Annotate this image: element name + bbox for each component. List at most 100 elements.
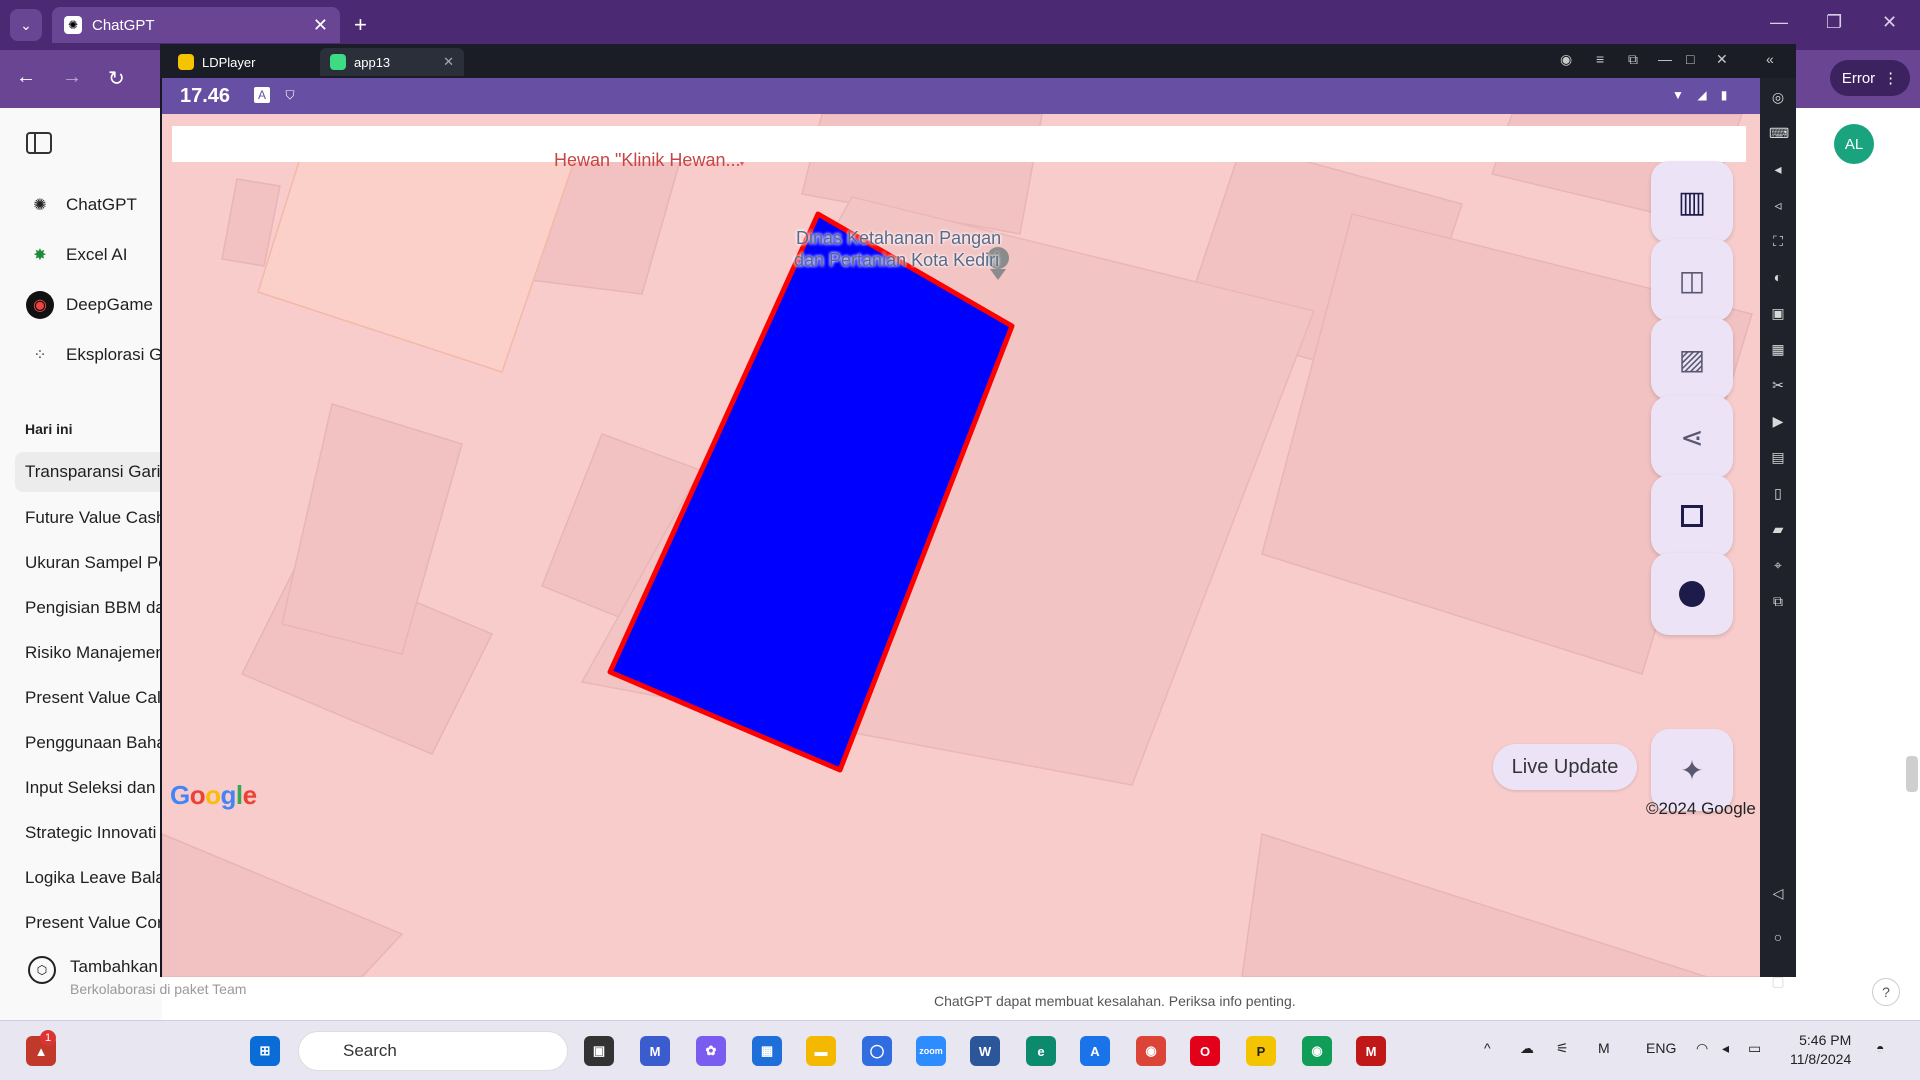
sync-icon[interactable]: ⧉ [1628,51,1638,68]
history-item[interactable]: Transparansi Garis [15,452,165,492]
chrome-icon[interactable]: ◉ [1136,1036,1166,1066]
opera-icon[interactable]: O [1190,1036,1220,1066]
operation-record-icon[interactable]: ◐ [1769,268,1787,286]
volume-icon[interactable]: ◂ [1722,1040,1729,1057]
ldplayer-tab-app13[interactable]: app13 ✕ [320,48,464,76]
language-indicator[interactable]: ENG [1646,1040,1676,1056]
word-icon[interactable]: W [970,1036,1000,1066]
shake-icon[interactable]: ▯ [1769,484,1787,502]
google-map[interactable]: Hewan "Klinik Hewan... Dinas Ketahanan P… [162,114,1760,977]
draw-polygon-button[interactable] [1651,475,1733,557]
maximize-icon[interactable]: □ [1686,51,1694,67]
mcafee-icon[interactable]: M [1356,1036,1386,1066]
volume-down-icon[interactable]: ◃ [1769,196,1787,214]
notes-icon[interactable]: ▤ [1769,448,1787,466]
taskbar-search-input[interactable]: Search [298,1031,568,1071]
wifi-tray-icon[interactable]: ◠ [1696,1040,1708,1057]
onedrive-icon[interactable]: ☁ [1520,1040,1534,1057]
history-item[interactable]: Pengisian BBM da [25,598,165,618]
gamepad-toolbar-icon[interactable]: ◎ [1769,88,1787,106]
error-profile-button[interactable]: Error ⋮ [1830,60,1910,96]
volume-up-icon[interactable]: ◂ [1769,160,1787,178]
sidebar-section-today: Hari ini [25,421,73,437]
reload-icon[interactable]: ↻ [108,66,125,91]
zoom-icon[interactable]: zoom [916,1036,946,1066]
record-point-button[interactable] [1651,553,1733,635]
sidebar-app-excel-ai[interactable]: ✸ Excel AI [26,241,127,269]
menu-icon[interactable]: ≡ [1596,51,1604,67]
account-icon[interactable]: ◉ [1560,51,1572,68]
help-button[interactable]: ? [1872,978,1900,1006]
tab-close-icon[interactable]: ✕ [313,15,328,36]
error-label: Error [1841,69,1876,87]
ldplayer-tab-home[interactable]: LDPlayer [168,48,318,76]
store-icon[interactable]: ▦ [752,1036,782,1066]
tab-search-dropdown-icon[interactable]: ⌄ [10,9,42,41]
tray-overflow-icon[interactable]: ^ [1484,1040,1491,1056]
nav-back-icon[interactable]: ◁ [1769,884,1787,902]
windows-start-icon[interactable]: ⊞ [250,1036,280,1066]
sidebar-app-chatgpt[interactable]: ✺ ChatGPT [26,191,137,219]
fullscreen-icon[interactable]: ⛶ [1769,232,1787,250]
image-button[interactable]: ▨ [1651,318,1733,400]
history-item[interactable]: Input Seleksi dan [25,778,165,798]
file-explorer-icon[interactable]: ▬ [806,1036,836,1066]
new-tab-button[interactable]: + [354,12,367,38]
chrome-profile-icon[interactable]: ◉ [1302,1036,1332,1066]
nav-recent-icon[interactable]: ▢ [1769,972,1787,990]
history-item[interactable]: Risiko Manajemen [25,643,165,663]
back-icon[interactable]: ← [16,66,36,89]
sync-window-icon[interactable]: ⧉ [1769,592,1787,610]
add-team-title[interactable]: Tambahkan [70,957,158,977]
browser-tab-chatgpt[interactable]: ✺ ChatGPT ✕ [52,7,340,43]
battery-tray-icon[interactable]: ▭ [1748,1040,1761,1057]
scissors-icon[interactable]: ✂ [1769,376,1787,394]
ldplayer-toolbar: ◎ ⌨ ◂ ◃ ⛶ ◐ ▣ ▦ ✂ ▶ ▤ ▯ ▰ ⌖ ⧉ ◁ ○ ▢ [1760,78,1796,989]
forward-icon[interactable]: → [62,66,82,89]
history-item[interactable]: Present Value Cor [25,913,165,933]
minimize-window-icon[interactable]: — [1770,12,1788,33]
multi-instance-icon[interactable]: ▣ [1769,304,1787,322]
nav-home-icon[interactable]: ○ [1769,928,1787,946]
history-item[interactable]: Future Value Cash [25,508,165,528]
history-item[interactable]: Penggunaan Baha [25,733,165,753]
taskbar-clock[interactable]: 5:46 PM 11/8/2024 [1790,1031,1851,1069]
tray-m-icon[interactable]: M [1598,1040,1610,1056]
sidebar-app-eksplorasi[interactable]: ⁘ Eksplorasi G [26,341,162,369]
tray-settings-icon[interactable]: ⚟ [1556,1040,1569,1057]
copilot-icon[interactable]: ✿ [696,1036,726,1066]
task-view-icon[interactable]: ▣ [584,1036,614,1066]
page-scrollbar[interactable] [1906,756,1918,792]
close-window-icon[interactable]: ✕ [1882,12,1897,33]
poi-label-clinic: Hewan "Klinik Hewan... [554,150,741,170]
history-item[interactable]: Present Value Calc [25,688,165,708]
video-record-icon[interactable]: ▶ [1769,412,1787,430]
chat-app-icon[interactable]: ◯ [862,1036,892,1066]
vpn-app-icon[interactable]: A [1080,1036,1110,1066]
minimize-icon[interactable]: — [1658,51,1672,67]
map-type-button[interactable]: ▥ [1651,161,1733,243]
sidebar-toggle-icon[interactable] [26,132,52,154]
edge-icon[interactable]: e [1026,1036,1056,1066]
history-item[interactable]: Ukuran Sampel Pe [25,553,165,573]
notification-bell-icon[interactable]: ◓ [1876,1040,1884,1056]
satellite-view-button[interactable]: ◫ [1651,239,1733,321]
tab-close-icon[interactable]: ✕ [443,54,454,70]
folder-icon[interactable]: ▰ [1769,520,1787,538]
keyboard-icon[interactable]: ⌨ [1769,124,1789,142]
history-item[interactable]: Strategic Innovati [25,823,165,843]
excel-ai-icon: ✸ [33,247,47,264]
restore-window-icon[interactable]: ❐ [1826,12,1842,33]
share-button[interactable]: ⋖ [1651,396,1733,478]
user-avatar[interactable]: AL [1834,124,1874,164]
close-icon[interactable]: ✕ [1716,51,1728,68]
collapse-icon[interactable]: « [1766,51,1774,67]
ldplayer-taskbar-icon[interactable]: P [1246,1036,1276,1066]
map-search-box[interactable] [172,126,1746,162]
apk-install-icon[interactable]: ▦ [1769,340,1787,358]
live-update-button[interactable]: Live Update [1493,744,1637,790]
history-item[interactable]: Logika Leave Bala [25,868,165,888]
app-m-icon[interactable]: M [640,1036,670,1066]
location-icon[interactable]: ⌖ [1769,556,1787,574]
sidebar-app-deepgame[interactable]: ◉ DeepGame [26,291,153,319]
